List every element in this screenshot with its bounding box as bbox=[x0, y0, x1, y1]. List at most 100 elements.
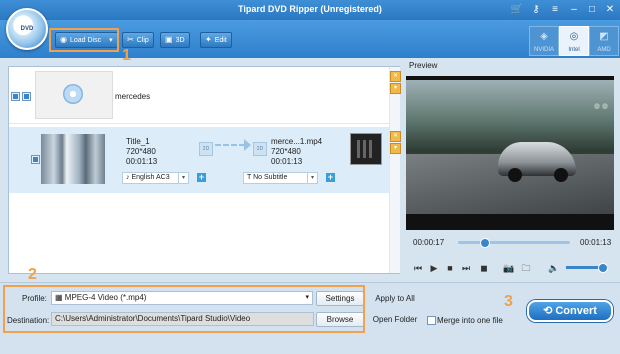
disc-row[interactable]: mercedes bbox=[9, 67, 389, 124]
profile-label: Profile: bbox=[22, 294, 47, 303]
clip-button[interactable]: ✂ Clip bbox=[122, 32, 154, 48]
expand-checkbox[interactable] bbox=[11, 92, 20, 101]
cart-icon[interactable]: 🛒 bbox=[510, 3, 524, 16]
disc-checkbox[interactable] bbox=[22, 92, 31, 101]
source-info: Title_1 720*480 00:01:13 bbox=[126, 137, 157, 167]
edit-button[interactable]: ✦ Edit bbox=[200, 32, 232, 48]
audio-track-select[interactable]: ♪ English AC3 ▾ bbox=[122, 172, 189, 184]
annotation-3: 3 bbox=[504, 293, 513, 310]
audio-track-value: English AC3 bbox=[131, 174, 170, 181]
source-2d-badge: 2D bbox=[199, 142, 213, 156]
chevron-down-icon[interactable]: ▾ bbox=[178, 173, 188, 183]
key-icon[interactable]: ⚷ bbox=[529, 3, 543, 16]
app-window: Tipard DVD Ripper (Unregistered) 🛒 ⚷ ≡ –… bbox=[0, 0, 620, 354]
nvidia-icon: ◈ bbox=[540, 31, 548, 42]
gpu-intel-label: Intel bbox=[568, 47, 580, 53]
volume-handle[interactable] bbox=[597, 263, 608, 273]
gpu-intel[interactable]: ◎ Intel bbox=[559, 26, 589, 56]
convert-icon: ⟲ bbox=[543, 305, 556, 317]
folder-icon[interactable]: 🗀 bbox=[521, 263, 531, 273]
annotation-2: 2 bbox=[28, 266, 37, 283]
title-row[interactable]: Title_1 720*480 00:01:13 2D 2D merce...1… bbox=[9, 127, 389, 193]
row-controls: ✕ ▾ ✕ ▾ bbox=[389, 67, 401, 273]
total-time: 00:01:13 bbox=[580, 238, 612, 247]
add-audio-icon[interactable]: + bbox=[197, 173, 206, 182]
output-2d-badge: 2D bbox=[253, 142, 267, 156]
close-icon[interactable]: ✕ bbox=[603, 3, 617, 16]
output-resolution: 720*480 bbox=[271, 147, 301, 156]
convert-arrow: 2D 2D bbox=[199, 139, 267, 156]
highlight-load-disc bbox=[49, 28, 119, 52]
profile-select[interactable]: ▦ MPEG-4 Video (*.mp4) ▾ bbox=[51, 291, 313, 305]
apply-to-all-button[interactable]: Apply to All bbox=[369, 291, 421, 306]
play-icon[interactable]: ▶ bbox=[429, 263, 439, 273]
clip-label: Clip bbox=[136, 37, 149, 44]
open-folder-button[interactable]: Open Folder bbox=[369, 312, 421, 327]
seek-bar[interactable] bbox=[458, 241, 570, 244]
volume-icon[interactable]: 🔈 bbox=[548, 263, 559, 273]
output-duration: 00:01:13 bbox=[271, 157, 303, 166]
edit-icon: ✦ bbox=[205, 35, 212, 44]
add-subtitle-icon[interactable]: + bbox=[326, 173, 335, 182]
subtitle-select[interactable]: T No Subtitle ▾ bbox=[243, 172, 318, 184]
gpu-amd[interactable]: ◩ AMD bbox=[589, 26, 619, 56]
annotation-1: 1 bbox=[122, 47, 131, 64]
maximize-icon[interactable]: □ bbox=[585, 3, 599, 16]
convert-label: Convert bbox=[555, 305, 597, 317]
disc-thumbnail bbox=[35, 71, 113, 119]
move-down-icon[interactable]: ▾ bbox=[390, 83, 401, 94]
stop-icon[interactable]: ■ bbox=[445, 263, 455, 273]
logo-label: DVD bbox=[20, 26, 34, 32]
menu-icon[interactable]: ≡ bbox=[548, 3, 562, 16]
destination-field[interactable]: C:\Users\Administrator\Documents\Tipard … bbox=[51, 312, 314, 326]
app-logo: DVD bbox=[6, 8, 48, 50]
preview-label: Preview bbox=[409, 61, 438, 70]
merge-label: Merge into one file bbox=[437, 316, 503, 325]
preview-frame: ◍ ◍ bbox=[406, 80, 614, 214]
move-title-icon[interactable]: ▾ bbox=[390, 143, 401, 154]
title-checkbox[interactable] bbox=[31, 155, 40, 164]
settings-button[interactable]: Settings bbox=[316, 291, 364, 306]
previous-icon[interactable]: ⏮ bbox=[413, 263, 423, 273]
amd-icon: ◩ bbox=[599, 31, 609, 42]
3d-icon: ▣ bbox=[165, 35, 173, 44]
disc-icon bbox=[63, 84, 83, 104]
remove-title-icon[interactable]: ✕ bbox=[390, 131, 401, 142]
title-name: Title_1 bbox=[126, 137, 150, 146]
remove-icon[interactable]: ✕ bbox=[390, 71, 401, 82]
edit-label: Edit bbox=[214, 37, 227, 44]
merge-checkbox[interactable] bbox=[427, 316, 436, 325]
end-icon[interactable]: ◼ bbox=[479, 263, 489, 273]
minimize-icon[interactable]: – bbox=[567, 3, 581, 16]
convert-button[interactable]: ⟲ Convert bbox=[527, 300, 613, 322]
gpu-nvidia[interactable]: ◈ NVIDIA bbox=[529, 26, 559, 56]
chevron-down-icon[interactable]: ▾ bbox=[307, 173, 317, 183]
mercedes-logo: ◍ ◍ bbox=[593, 103, 608, 110]
title-bar: Tipard DVD Ripper (Unregistered) 🛒 ⚷ ≡ –… bbox=[0, 0, 620, 20]
profile-value: MPEG-4 Video (*.mp4) bbox=[64, 293, 147, 302]
video-thumbnail bbox=[41, 134, 105, 184]
car-image bbox=[498, 142, 576, 182]
gpu-nvidia-label: NVIDIA bbox=[533, 47, 554, 53]
seek-handle[interactable] bbox=[479, 238, 490, 248]
window-title: Tipard DVD Ripper (Unregistered) bbox=[238, 4, 382, 14]
fast-forward-icon[interactable]: ⏭ bbox=[461, 263, 471, 273]
subtitle-value: No Subtitle bbox=[253, 174, 288, 181]
scissors-icon: ✂ bbox=[127, 35, 134, 44]
output-info: merce...1.mp4 720*480 00:01:13 bbox=[271, 137, 322, 167]
video-format-icon: ▦ bbox=[55, 293, 65, 302]
3d-label: 3D bbox=[175, 37, 185, 44]
browse-button[interactable]: Browse bbox=[316, 312, 364, 327]
snapshot-icon[interactable]: 📷 bbox=[503, 263, 514, 273]
intel-icon: ◎ bbox=[569, 31, 579, 42]
arrow-right-icon bbox=[215, 139, 251, 154]
chevron-down-icon[interactable]: ▾ bbox=[305, 292, 309, 304]
preview-video: ◍ ◍ bbox=[406, 76, 614, 230]
current-time: 00:00:17 bbox=[413, 238, 445, 247]
output-name: merce...1.mp4 bbox=[271, 137, 323, 146]
3d-button[interactable]: ▣ 3D bbox=[160, 32, 190, 48]
title-resolution: 720*480 bbox=[126, 147, 156, 156]
file-list: mercedes Title_1 720*480 00:01:13 2D 2D … bbox=[8, 66, 401, 274]
destination-label: Destination: bbox=[7, 316, 50, 325]
film-icon[interactable] bbox=[350, 133, 382, 165]
